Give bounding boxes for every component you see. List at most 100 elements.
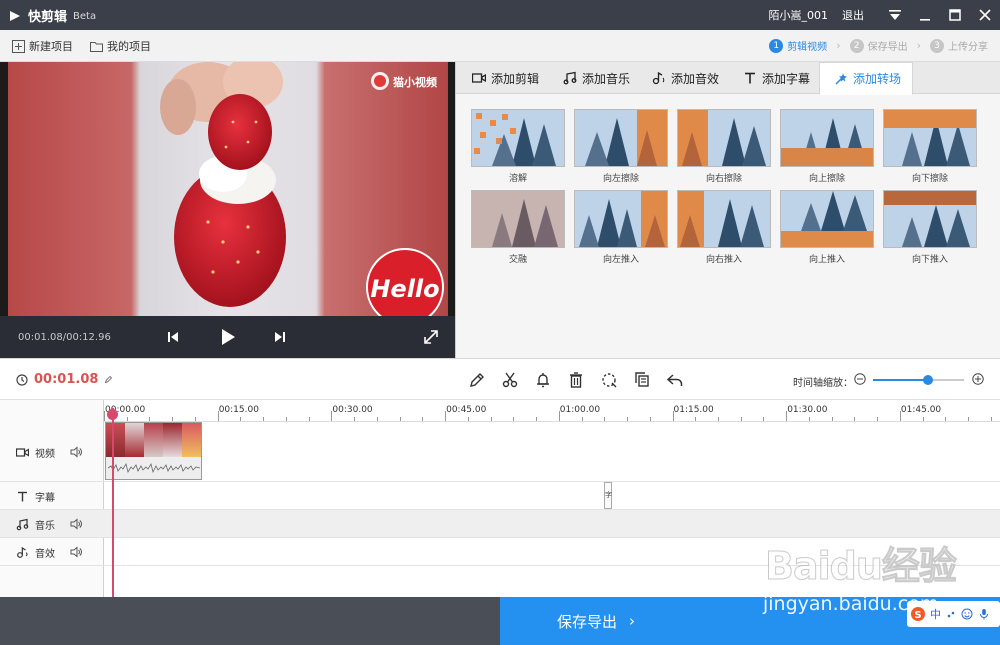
clip-frame [144, 423, 163, 457]
transition-thumbnail [471, 190, 565, 248]
minimize-button[interactable] [910, 0, 940, 30]
transition-wipe-right[interactable]: 向右擦除 [677, 109, 771, 184]
my-projects-button[interactable]: 我的项目 [90, 38, 151, 54]
ruler-tick [490, 417, 492, 421]
zoom-in-button[interactable] [972, 373, 984, 385]
delete-button[interactable] [567, 371, 585, 389]
fullscreen-button[interactable] [422, 328, 440, 346]
transition-push-down[interactable]: 向下推入 [883, 190, 977, 265]
svg-text:S: S [914, 610, 921, 621]
transition-label: 向左擦除 [602, 174, 639, 184]
ime-toolbar[interactable]: S 中 [907, 601, 1000, 627]
zoom-slider[interactable] [873, 375, 964, 385]
zoom-label: 时间轴缩放： [793, 378, 853, 389]
undo-button[interactable] [666, 371, 684, 389]
ruler-tick [445, 411, 447, 421]
zoom-slider-handle[interactable] [922, 375, 933, 385]
ruler-tick [808, 417, 810, 421]
resource-panel: 添加剪辑 添加音乐 添加音效 添加字幕 添加转场 溶解 向左擦除 向右擦除 向上… [455, 62, 1000, 358]
ruler-tick [217, 411, 219, 421]
logout-link[interactable]: 退出 [842, 7, 864, 23]
ruler-tick [786, 411, 788, 421]
hello-sticker-text: Hello [370, 275, 439, 303]
forest-thumb-image [781, 110, 873, 166]
close-button[interactable] [970, 0, 1000, 30]
text-icon [18, 491, 27, 502]
ruler-tick [126, 417, 128, 421]
tab-add-subtitle[interactable]: 添加字幕 [743, 62, 810, 94]
music-track[interactable]: 音乐 [0, 510, 1000, 538]
ruler-tick [263, 417, 265, 421]
previous-frame-button[interactable] [164, 328, 182, 346]
username[interactable]: 陌小嵩_001 [769, 7, 829, 23]
preview-watermark-text: 猫小视频 [393, 75, 437, 89]
step-edit-video[interactable]: 1 剪辑视频 [769, 38, 827, 53]
transition-wipe-down[interactable]: 向下擦除 [883, 109, 977, 184]
pencil-icon [470, 373, 484, 387]
zoom-out-button[interactable] [854, 373, 866, 385]
mark-button[interactable] [534, 371, 552, 389]
transition-push-right[interactable]: 向右推入 [677, 190, 771, 265]
edit-time-icon[interactable] [104, 375, 113, 384]
forest-thumb-image [472, 110, 564, 166]
subtitle-track[interactable]: 字幕 [0, 482, 1000, 510]
ruler-tick [854, 417, 856, 421]
video-track-volume-button[interactable] [70, 446, 82, 458]
audio-waveform-icon [108, 462, 200, 474]
workflow-steps: 1 剪辑视频 › 2 保存导出 › 3 上传分享 [769, 38, 988, 53]
new-project-button[interactable]: 新建项目 [12, 38, 73, 54]
folder-icon [90, 41, 103, 52]
ruler-tick [899, 411, 901, 421]
kuaijianji-window: 快剪辑 Beta 陌小嵩_001 退出 新建项目 我的项目 1 剪辑视频 › 2… [0, 0, 1000, 645]
ruler-tick [649, 417, 651, 421]
time-ruler[interactable]: 00:00.00 00:15.00 00:30.00 00:45.00 01:00.00… [104, 400, 1000, 422]
punctuation-icon [947, 611, 955, 618]
subtitle-marker[interactable]: 字 [604, 482, 612, 509]
sogou-logo-icon: S [911, 607, 925, 621]
skip-back-icon [168, 332, 178, 342]
transition-wipe-up[interactable]: 向上擦除 [780, 109, 874, 184]
transition-push-up[interactable]: 向上推入 [780, 190, 874, 265]
playhead-handle[interactable] [107, 409, 118, 420]
cut-button[interactable] [501, 371, 519, 389]
forest-thumb-image [678, 191, 770, 247]
crop-button[interactable] [600, 371, 618, 389]
timeline-toolbar: 00:01.08 时间轴缩放： [0, 358, 1000, 400]
text-icon [745, 72, 755, 84]
strawberry-frame-image: 猫小视频 Hello [160, 62, 444, 316]
forest-thumb-image [884, 191, 976, 247]
maximize-button[interactable] [940, 0, 970, 30]
transition-wipe-left[interactable]: 向左擦除 [574, 109, 668, 184]
tab-add-transition[interactable]: 添加转场 [819, 62, 913, 95]
play-button[interactable] [219, 328, 237, 346]
transition-blend[interactable]: 交融 [471, 190, 565, 265]
trash-icon [570, 372, 582, 388]
transition-push-left[interactable]: 向左推入 [574, 190, 668, 265]
step-upload-share[interactable]: 3 上传分享 [930, 38, 988, 53]
transition-dissolve[interactable]: 溶解 [471, 109, 565, 184]
sound-effect-track-volume-button[interactable] [70, 546, 82, 558]
speaker-icon [70, 446, 82, 458]
track-name: 视频 [35, 449, 55, 460]
speaker-icon [70, 546, 82, 558]
ruler-tick [831, 417, 833, 421]
forest-thumb-image [781, 191, 873, 247]
step-save-export[interactable]: 2 保存导出 [849, 38, 908, 53]
tab-add-music[interactable]: 添加音乐 [563, 62, 630, 94]
title-bar: 快剪辑 Beta 陌小嵩_001 退出 [0, 0, 1000, 30]
skip-forward-icon [275, 332, 285, 342]
tab-label: 添加字幕 [762, 71, 811, 86]
music-track-volume-button[interactable] [70, 518, 82, 530]
copy-button[interactable] [633, 371, 651, 389]
transition-thumbnail [574, 109, 668, 167]
edit-button[interactable] [468, 371, 486, 389]
music-icon [16, 518, 29, 531]
app-name: 快剪辑 [28, 10, 68, 25]
tab-add-sound-effect[interactable]: 添加音效 [652, 62, 719, 94]
ruler-tick [399, 417, 401, 421]
menu-button[interactable] [880, 0, 910, 30]
tab-add-clip[interactable]: 添加剪辑 [472, 62, 539, 94]
plus-box-icon [12, 39, 25, 53]
next-frame-button[interactable] [271, 328, 289, 346]
video-clip[interactable] [105, 422, 202, 480]
